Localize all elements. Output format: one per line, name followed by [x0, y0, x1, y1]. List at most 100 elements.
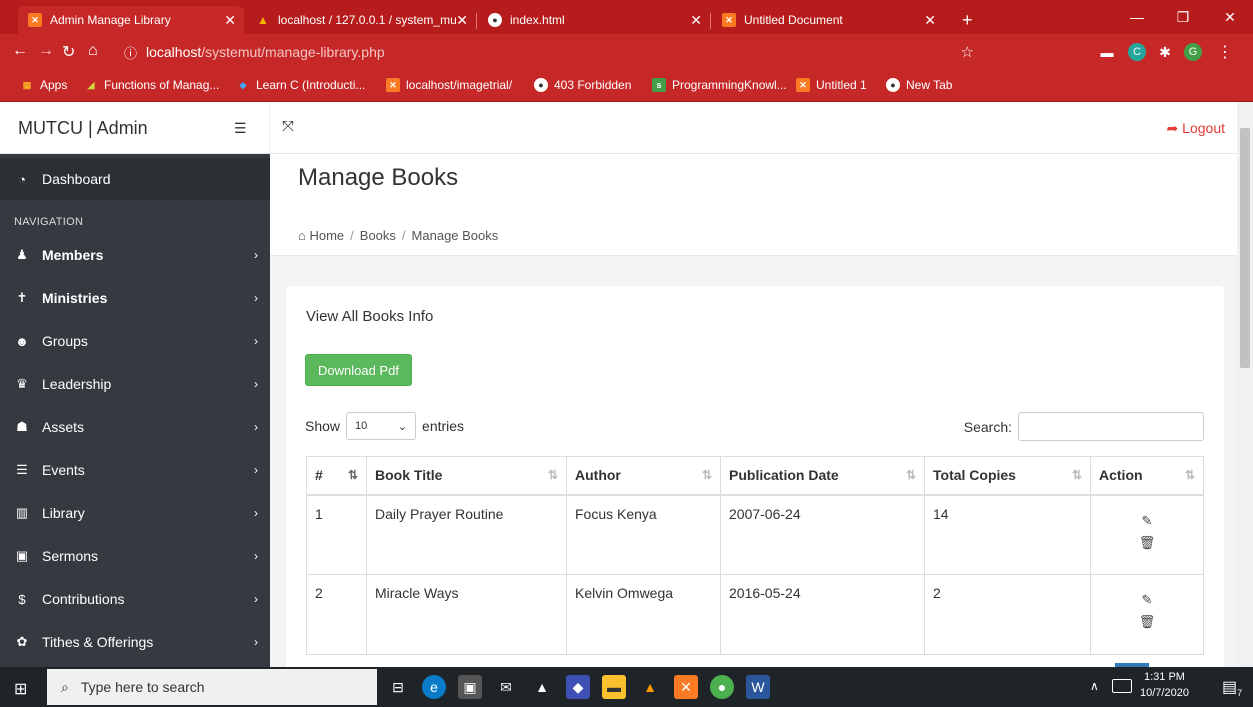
logout-link[interactable]: ➦ Logout — [1167, 120, 1225, 137]
sidebar-item-dashboard[interactable]: ◔ Dashboard — [0, 158, 270, 200]
bookmark-item[interactable]: ✕ Untitled 1 — [796, 78, 867, 92]
column-header-action[interactable]: Action ⇅ — [1090, 456, 1204, 496]
vlc-icon[interactable]: ▲ — [638, 675, 662, 699]
mail-icon[interactable]: ✉ — [494, 675, 518, 699]
photos-icon[interactable]: ▲ — [530, 675, 554, 699]
edit-icon[interactable]: ✎ — [1099, 589, 1195, 611]
ministry-icon: ✝ — [16, 290, 28, 305]
sidebar-item-events[interactable]: ☰ Events › — [0, 449, 270, 491]
xampp-icon: ✕ — [722, 13, 736, 27]
sidebar-item-groups[interactable]: ☻ Groups › — [0, 320, 270, 362]
tab-admin-manage-library[interactable]: ✕ Admin Manage Library ✕ — [18, 6, 244, 34]
column-header-publication-date[interactable]: Publication Date ⇅ — [720, 456, 925, 496]
close-tab-icon[interactable]: ✕ — [690, 12, 702, 29]
column-label: Total Copies — [933, 467, 1016, 484]
edit-icon[interactable]: ✎ — [1099, 510, 1195, 532]
apps-grid-icon: ▦ — [22, 79, 32, 90]
breadcrumb-home[interactable]: Home — [309, 228, 344, 243]
store-icon[interactable]: ▣ — [458, 675, 482, 699]
bookmark-item[interactable]: ◢ Functions of Manag... — [84, 78, 220, 92]
entries-select[interactable]: 10 ⌄ — [346, 412, 417, 440]
tab-phpmyadmin[interactable]: ▲ localhost / 127.0.0.1 / system_mu ✕ — [246, 6, 477, 34]
extension-icon[interactable]: ▬ — [1098, 43, 1116, 61]
reload-icon[interactable]: ↻ — [62, 42, 75, 62]
sidebar-item-label: Dashboard — [42, 171, 111, 187]
notification-icon[interactable]: ▤7 — [1222, 677, 1242, 698]
breadcrumb-current: Manage Books — [411, 228, 499, 243]
restore-icon[interactable]: ❐ — [1160, 0, 1206, 34]
chevron-right-icon: › — [254, 635, 258, 649]
close-window-icon[interactable]: ✕ — [1207, 0, 1253, 34]
trash-icon[interactable]: 🗑 — [1099, 611, 1195, 633]
profile-avatar[interactable]: G — [1184, 43, 1202, 61]
sidebar: ◔ Dashboard NAVIGATION ♟ Members › ✝ Minist… — [0, 154, 270, 667]
chevron-right-icon: › — [254, 291, 258, 305]
info-icon[interactable]: ⓘ — [124, 43, 137, 62]
close-tab-icon[interactable]: ✕ — [924, 12, 936, 29]
sidebar-item-members[interactable]: ♟ Members › — [0, 234, 270, 276]
tab-untitled-document[interactable]: ✕ Untitled Document ✕ — [712, 6, 944, 34]
close-tab-icon[interactable]: ✕ — [456, 12, 468, 29]
taskbar-search[interactable]: ⌕ Type here to search — [47, 669, 377, 705]
new-tab-button[interactable]: + — [952, 6, 982, 34]
brand-title[interactable]: MUTCU | Admin — [0, 102, 270, 154]
system-clock[interactable]: 1:31 PM 10/7/2020 — [1140, 669, 1189, 701]
url-host: localhost — [146, 44, 202, 60]
search-icon: ⌕ — [61, 678, 69, 695]
search-input[interactable] — [1018, 412, 1204, 441]
chevron-up-icon[interactable]: ∧ — [1090, 679, 1099, 693]
search-control: Search: — [964, 412, 1204, 441]
sidebar-item-ministries[interactable]: ✝ Ministries › — [0, 277, 270, 319]
fullscreen-icon[interactable]: ⤧ — [282, 118, 294, 135]
menu-kebab-icon[interactable]: ⋮ — [1216, 43, 1234, 61]
close-tab-icon[interactable]: ✕ — [224, 12, 236, 29]
windows-start-icon[interactable]: ⊞ — [14, 679, 27, 699]
address-bar-row: ← → ↻ ⌂ ⓘ localhost/systemut/manage-libr… — [0, 34, 1253, 70]
sidebar-item-label: Assets — [42, 419, 85, 435]
xampp-icon[interactable]: ✕ — [674, 675, 698, 699]
sidebar-item-assets[interactable]: ☗ Assets › — [0, 406, 270, 448]
forward-icon[interactable]: → — [38, 42, 54, 60]
sidebar-item-tithes-offerings[interactable]: ✿ Tithes & Offerings › — [0, 621, 270, 663]
scrollbar-thumb[interactable] — [1240, 128, 1250, 368]
url-field[interactable]: ⓘ localhost/systemut/manage-library.php … — [114, 39, 984, 65]
column-header-author[interactable]: Author ⇅ — [566, 456, 721, 496]
trash-icon[interactable]: 🗑 — [1099, 532, 1195, 554]
download-pdf-button[interactable]: Download Pdf — [305, 354, 412, 386]
task-view-icon[interactable]: ⊟ — [386, 675, 410, 699]
app-icon[interactable]: ◆ — [566, 675, 590, 699]
edge-icon[interactable]: e — [422, 675, 446, 699]
page-scrollbar[interactable] — [1237, 102, 1253, 667]
file-explorer-icon[interactable]: ▬ — [602, 675, 626, 699]
tab-index-html[interactable]: ● index.html ✕ — [478, 6, 711, 34]
column-header-title[interactable]: Book Title ⇅ — [366, 456, 567, 496]
sort-asc-icon: ⇅ — [347, 468, 358, 482]
column-header-number[interactable]: # ⇅ — [306, 456, 367, 496]
back-icon[interactable]: ← — [12, 42, 28, 60]
sidebar-item-sermons[interactable]: ▣ Sermons › — [0, 535, 270, 577]
page-title: Manage Books — [298, 164, 459, 191]
sidebar-toggle-icon[interactable]: ☰ — [234, 120, 247, 137]
sidebar-item-label: Sermons — [42, 548, 99, 564]
bookmark-apps[interactable]: ▦ Apps — [20, 78, 68, 92]
sidebar-item-library[interactable]: ▥ Library › — [0, 492, 270, 534]
sidebar-item-label: Tithes & Offerings — [42, 634, 154, 650]
star-icon[interactable]: ☆ — [961, 43, 974, 61]
keyboard-icon[interactable] — [1112, 679, 1132, 693]
sidebar-item-contributions[interactable]: $ Contributions › — [0, 578, 270, 620]
column-header-total-copies[interactable]: Total Copies ⇅ — [924, 456, 1091, 496]
bookmark-item[interactable]: ◆ Learn C (Introducti... — [236, 78, 366, 92]
bookmark-item[interactable]: ✕ localhost/imagetrial/ — [386, 78, 512, 92]
home-icon[interactable]: ⌂ — [88, 42, 98, 60]
chrome-icon[interactable]: ● — [710, 675, 734, 699]
bookmark-item[interactable]: ● 403 Forbidden — [534, 78, 631, 92]
extension-icon[interactable]: C — [1128, 43, 1146, 61]
minimize-icon[interactable]: — — [1114, 0, 1160, 34]
puzzle-icon[interactable]: ✱ — [1156, 43, 1174, 61]
bookmark-item[interactable]: ● New Tab — [886, 78, 952, 92]
bookmark-item[interactable]: s ProgrammingKnowl... — [652, 78, 787, 92]
breadcrumb-books[interactable]: Books — [360, 228, 396, 243]
word-icon[interactable]: W — [746, 675, 770, 699]
sidebar-item-label: Library — [42, 505, 85, 521]
sidebar-item-leadership[interactable]: ♛ Leadership › — [0, 363, 270, 405]
